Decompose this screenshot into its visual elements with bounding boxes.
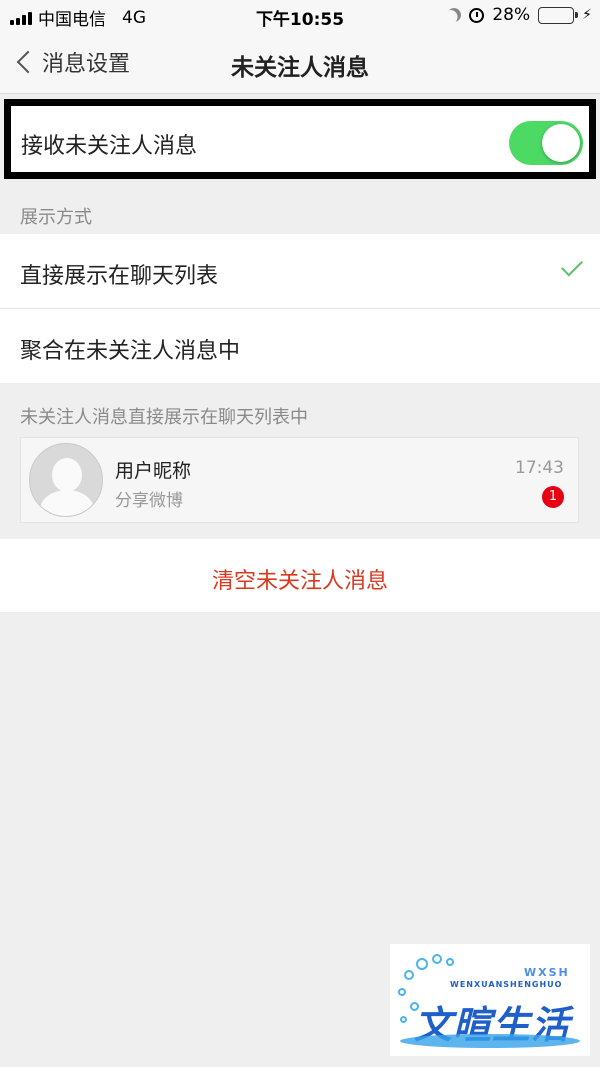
- option-direct-display[interactable]: 直接展示在聊天列表: [0, 234, 600, 309]
- receive-toggle-label: 接收未关注人消息: [21, 134, 198, 159]
- unread-badge: 1: [542, 486, 564, 508]
- wave-decoration: [400, 1034, 580, 1048]
- alarm-icon: [469, 7, 485, 23]
- preview-nickname: 用户昵称: [115, 460, 192, 482]
- option-label: 直接展示在聊天列表: [20, 264, 219, 289]
- battery-percent: 28%: [492, 5, 531, 25]
- avatar: [29, 443, 103, 517]
- status-bar: 中国电信 4G 下午10:55 28% ⚡: [0, 0, 600, 32]
- watermark-abbr: WXSH: [524, 966, 570, 979]
- clear-messages-button[interactable]: 清空未关注人消息: [0, 539, 600, 612]
- watermark-logo: WXSH WENXUANSHENGHUO 文暄生活: [390, 944, 590, 1056]
- preview-caption: 未关注人消息直接展示在聊天列表中: [20, 407, 308, 428]
- status-right: 28% ⚡: [447, 5, 592, 25]
- back-label: 消息设置: [42, 52, 131, 77]
- display-section-header: 展示方式: [20, 207, 92, 228]
- switch-knob: [542, 124, 580, 162]
- preview-chat-item: 用户昵称 分享微博 17:43 1: [20, 437, 579, 523]
- battery-icon: [538, 6, 579, 24]
- charging-icon: ⚡: [582, 7, 592, 23]
- preview-subtitle: 分享微博: [115, 491, 183, 511]
- clear-messages-label: 清空未关注人消息: [211, 569, 388, 594]
- avatar-body: [40, 490, 94, 516]
- nav-bar: 消息设置 未关注人消息: [0, 32, 600, 94]
- back-button[interactable]: 消息设置: [14, 46, 130, 78]
- receive-toggle-row[interactable]: 接收未关注人消息: [11, 106, 589, 172]
- avatar-head: [52, 458, 82, 492]
- chevron-left-icon: [16, 50, 40, 74]
- checkmark-icon: [561, 254, 583, 277]
- watermark-subtitle: WENXUANSHENGHUO: [450, 980, 563, 989]
- option-label: 聚合在未关注人消息中: [20, 339, 241, 364]
- do-not-disturb-icon: [445, 5, 464, 24]
- option-aggregate[interactable]: 聚合在未关注人消息中: [0, 309, 600, 383]
- receive-toggle-switch[interactable]: [509, 121, 583, 165]
- preview-time: 17:43: [515, 458, 564, 478]
